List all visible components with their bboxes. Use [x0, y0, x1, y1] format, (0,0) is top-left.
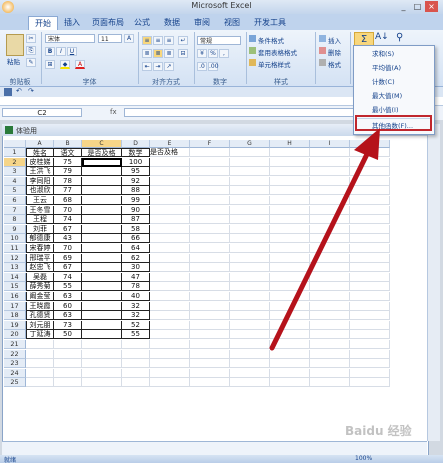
- annotation-arrow: [269, 128, 380, 351]
- watermark: Baidu 经验: [345, 424, 412, 438]
